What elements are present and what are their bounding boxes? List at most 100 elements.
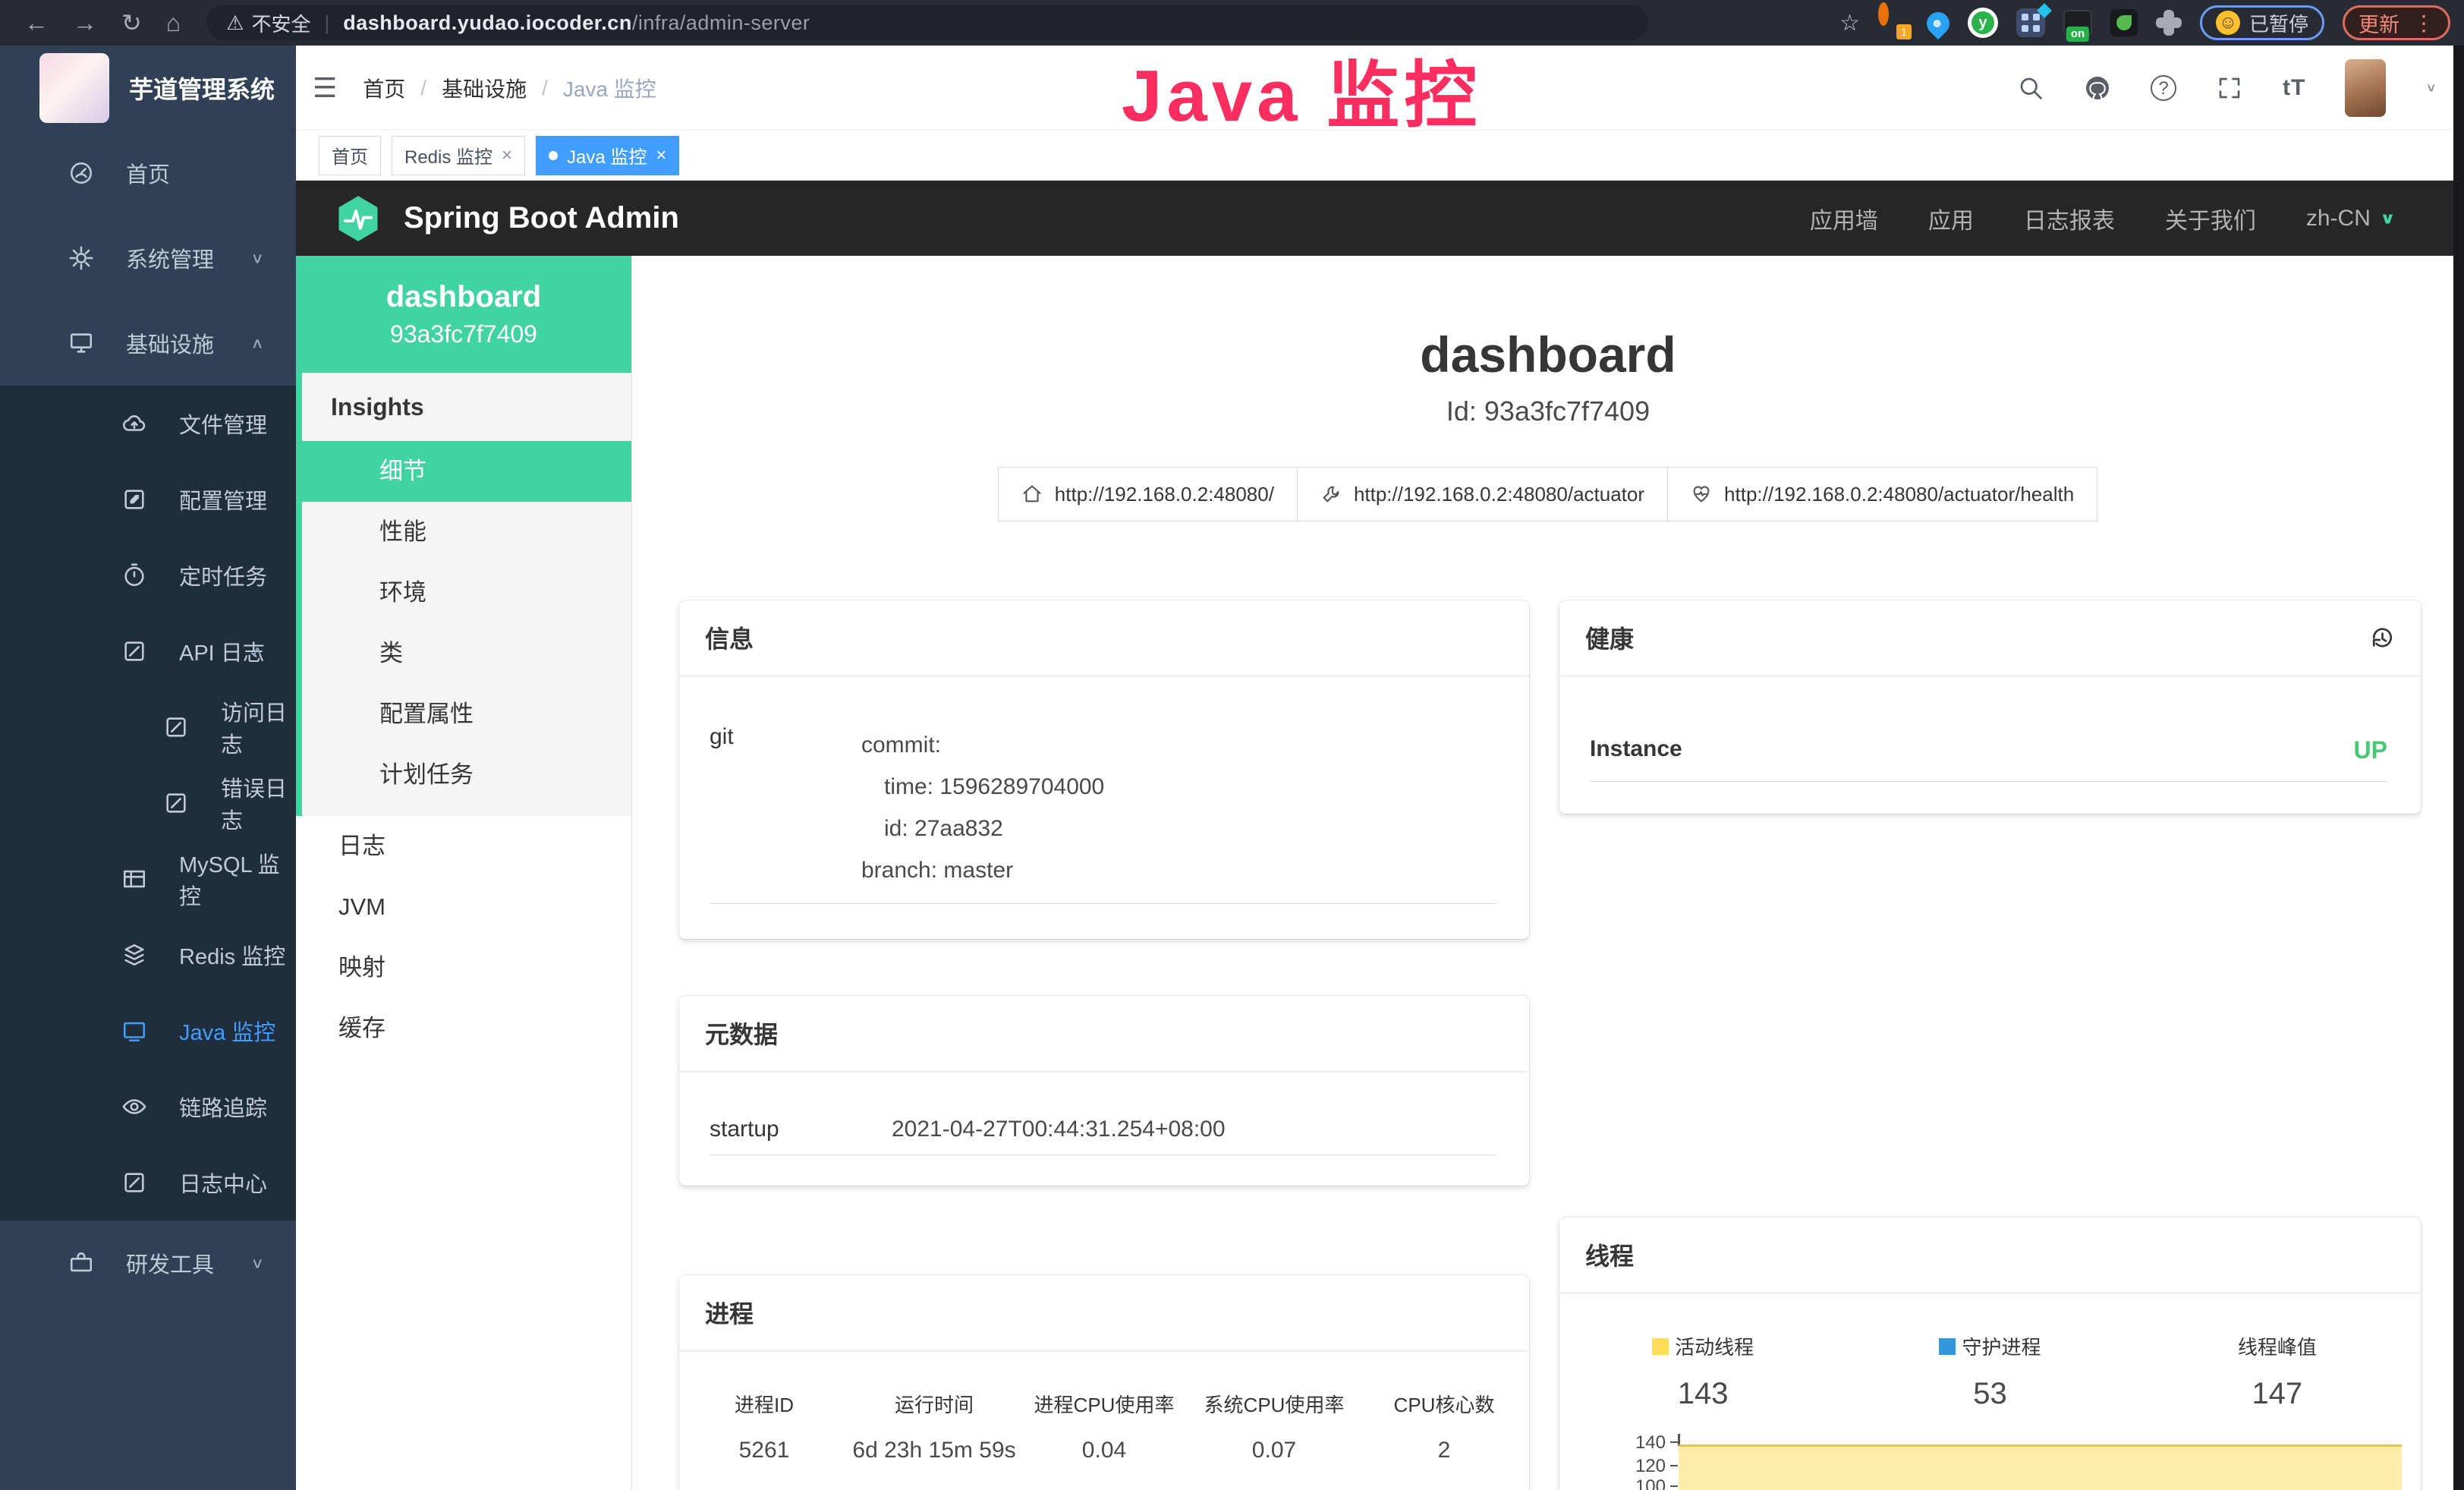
sba-nav-scheduled-tasks[interactable]: 计划任务 (302, 745, 631, 805)
app-logo-row[interactable]: 芋道管理系统 (0, 46, 296, 131)
user-avatar[interactable] (2345, 59, 2386, 117)
sidebar-item-api-log[interactable]: API 日志 ∧ (0, 613, 296, 689)
cloud-upload-icon (121, 411, 147, 436)
hamburger-icon[interactable]: ☰ (313, 72, 337, 104)
extension-green-icon[interactable]: y (1968, 8, 1998, 38)
address-bar[interactable]: ⚠ 不安全 | dashboard.yudao.iocoder.cn/infra… (206, 5, 1648, 40)
reload-icon[interactable]: ↻ (121, 0, 142, 46)
sba-menu-about[interactable]: 关于我们 (2165, 202, 2256, 235)
sba-nav-mappings[interactable]: 映射 (296, 937, 631, 998)
sba-instance-id: 93a3fc7f7409 (390, 320, 537, 348)
browser-scrollbar[interactable] (2453, 46, 2464, 1490)
breadcrumb-separator: / (542, 76, 548, 100)
sidebar-item-mysql[interactable]: MySQL 监控 (0, 841, 296, 917)
browser-menu-icon[interactable]: ⋮ (2413, 11, 2434, 36)
endpoint-links: http://192.168.0.2:48080/ http://192.168… (632, 467, 2464, 521)
sidebar-item-system[interactable]: 系统管理 ∨ (0, 216, 296, 301)
avatar-emoji-icon: ☺ (2216, 11, 2240, 35)
breadcrumb-infra[interactable]: 基础设施 (442, 73, 527, 103)
cell-value: 5261 (679, 1438, 849, 1463)
sba-menu-journal[interactable]: 日志报表 (2024, 202, 2115, 235)
extension-pin-icon[interactable] (1922, 8, 1954, 39)
info-card-header: 信息 (679, 600, 1529, 677)
sba-content: dashboard Id: 93a3fc7f7409 http://192.16… (632, 256, 2464, 1490)
sidebar-item-jobs[interactable]: 定时任务 (0, 537, 296, 613)
sidebar-item-infra[interactable]: 基础设施 ∧ (0, 301, 296, 386)
github-icon[interactable] (2084, 74, 2111, 102)
sba-nav-logs[interactable]: 日志 (296, 816, 631, 877)
tag-label: Redis 监控 (404, 142, 492, 169)
tag-redis-monitor[interactable]: Redis 监控 × (392, 136, 525, 175)
extensions-puzzle-icon[interactable] (2156, 10, 2182, 36)
endpoint-health-link[interactable]: http://192.168.0.2:48080/actuator/health (1667, 467, 2097, 521)
extension-switch-icon[interactable]: on (2063, 10, 2092, 36)
breadcrumb-home[interactable]: 首页 (363, 73, 405, 103)
extension-badge: 1 (1896, 24, 1912, 39)
sba-nav-caches[interactable]: 缓存 (296, 998, 631, 1059)
note-edit-icon (121, 638, 147, 664)
info-card: 信息 git commit: time: 1596289704000 id: 2… (679, 600, 1529, 939)
sidebar-item-label: Redis 监控 (179, 939, 285, 971)
search-icon[interactable] (2017, 74, 2044, 102)
url-host: dashboard.yudao.iocoder.cn (343, 11, 632, 35)
y-tick-100: 100 (1559, 1476, 1666, 1490)
browser-actions: ☆ 1 y on ☺ 已暂停 更新 ⋮ (1839, 0, 2450, 46)
forward-icon[interactable]: → (73, 0, 97, 46)
font-size-icon[interactable]: tT (2283, 75, 2305, 101)
sba-menu-applications[interactable]: 应用 (1928, 202, 1974, 235)
card-title: 元数据 (705, 1016, 778, 1051)
sba-nav-classes[interactable]: 类 (302, 623, 631, 684)
sba-brand[interactable]: Spring Boot Admin (404, 201, 679, 235)
sidebar-item-log-center[interactable]: 日志中心 (0, 1145, 296, 1221)
profile-paused-chip[interactable]: ☺ 已暂停 (2200, 5, 2324, 40)
close-icon[interactable]: × (656, 145, 666, 166)
sba-navbar: Spring Boot Admin 应用墙 应用 日志报表 关于我们 zh-CN… (296, 181, 2464, 256)
sba-menu-wallboard[interactable]: 应用墙 (1810, 202, 1878, 235)
sidebar-item-files[interactable]: 文件管理 (0, 386, 296, 461)
sba-nav-jvm[interactable]: JVM (296, 877, 631, 937)
sidebar-item-home[interactable]: 首页 (0, 131, 296, 216)
sba-nav-metrics[interactable]: 性能 (302, 502, 631, 562)
sidebar-item-config[interactable]: 配置管理 (0, 461, 296, 537)
monitor-icon (68, 330, 94, 356)
back-icon[interactable]: ← (24, 0, 49, 46)
sba-instance-header[interactable]: dashboard 93a3fc7f7409 (296, 256, 631, 373)
sba-nav-config-props[interactable]: 配置属性 (302, 684, 631, 745)
sba-nav-details[interactable]: 细节 (296, 441, 631, 502)
tag-home[interactable]: 首页 (319, 136, 381, 175)
browser-home-icon[interactable]: ⌂ (166, 0, 181, 46)
help-icon[interactable]: ? (2151, 75, 2176, 101)
caret-down-icon[interactable]: ∨ (2425, 80, 2437, 96)
git-line: branch: master (861, 849, 1104, 891)
toolbox-icon (68, 1250, 94, 1276)
note-edit-icon (163, 790, 189, 816)
sidebar-item-error-log[interactable]: 错误日志 (0, 765, 296, 841)
thread-stats: 活动线程 143 守护进程 53 线程峰值 147 (1559, 1294, 2421, 1416)
bookmark-star-icon[interactable]: ☆ (1839, 10, 1860, 36)
endpoint-home-link[interactable]: http://192.168.0.2:48080/ (998, 467, 1298, 521)
close-icon[interactable]: × (502, 145, 512, 166)
card-title: 信息 (705, 620, 754, 655)
extension-leaf-icon[interactable] (2110, 9, 2138, 36)
fullscreen-icon[interactable] (2216, 74, 2243, 102)
extension-grid-icon[interactable] (2016, 8, 2045, 37)
sba-nav-environment[interactable]: 环境 (302, 562, 631, 623)
update-button[interactable]: 更新 ⋮ (2343, 5, 2450, 40)
column-header: 运行时间 (849, 1390, 1019, 1418)
tag-java-monitor[interactable]: Java 监控 × (536, 136, 679, 175)
sidebar-item-dev-tools[interactable]: 研发工具 ∨ (0, 1221, 296, 1306)
security-warning-icon[interactable]: ⚠ (226, 11, 244, 35)
sba-language-select[interactable]: zh-CN ∨ (2306, 206, 2396, 232)
sidebar-item-label: 错误日志 (221, 771, 296, 835)
tag-label: Java 监控 (567, 142, 647, 169)
sidebar-item-redis[interactable]: Redis 监控 (0, 917, 296, 993)
process-card-header: 进程 (679, 1275, 1529, 1352)
sidebar-item-label: 首页 (126, 157, 170, 189)
extension-orange-icon[interactable]: 1 (1878, 8, 1909, 38)
git-line: commit: (861, 724, 1104, 766)
sidebar-item-access-log[interactable]: 访问日志 (0, 689, 296, 765)
history-icon[interactable] (2368, 624, 2395, 651)
endpoint-actuator-link[interactable]: http://192.168.0.2:48080/actuator (1297, 467, 1668, 521)
sidebar-item-tracing[interactable]: 链路追踪 (0, 1069, 296, 1145)
sidebar-item-java-monitor[interactable]: Java 监控 (0, 993, 296, 1069)
